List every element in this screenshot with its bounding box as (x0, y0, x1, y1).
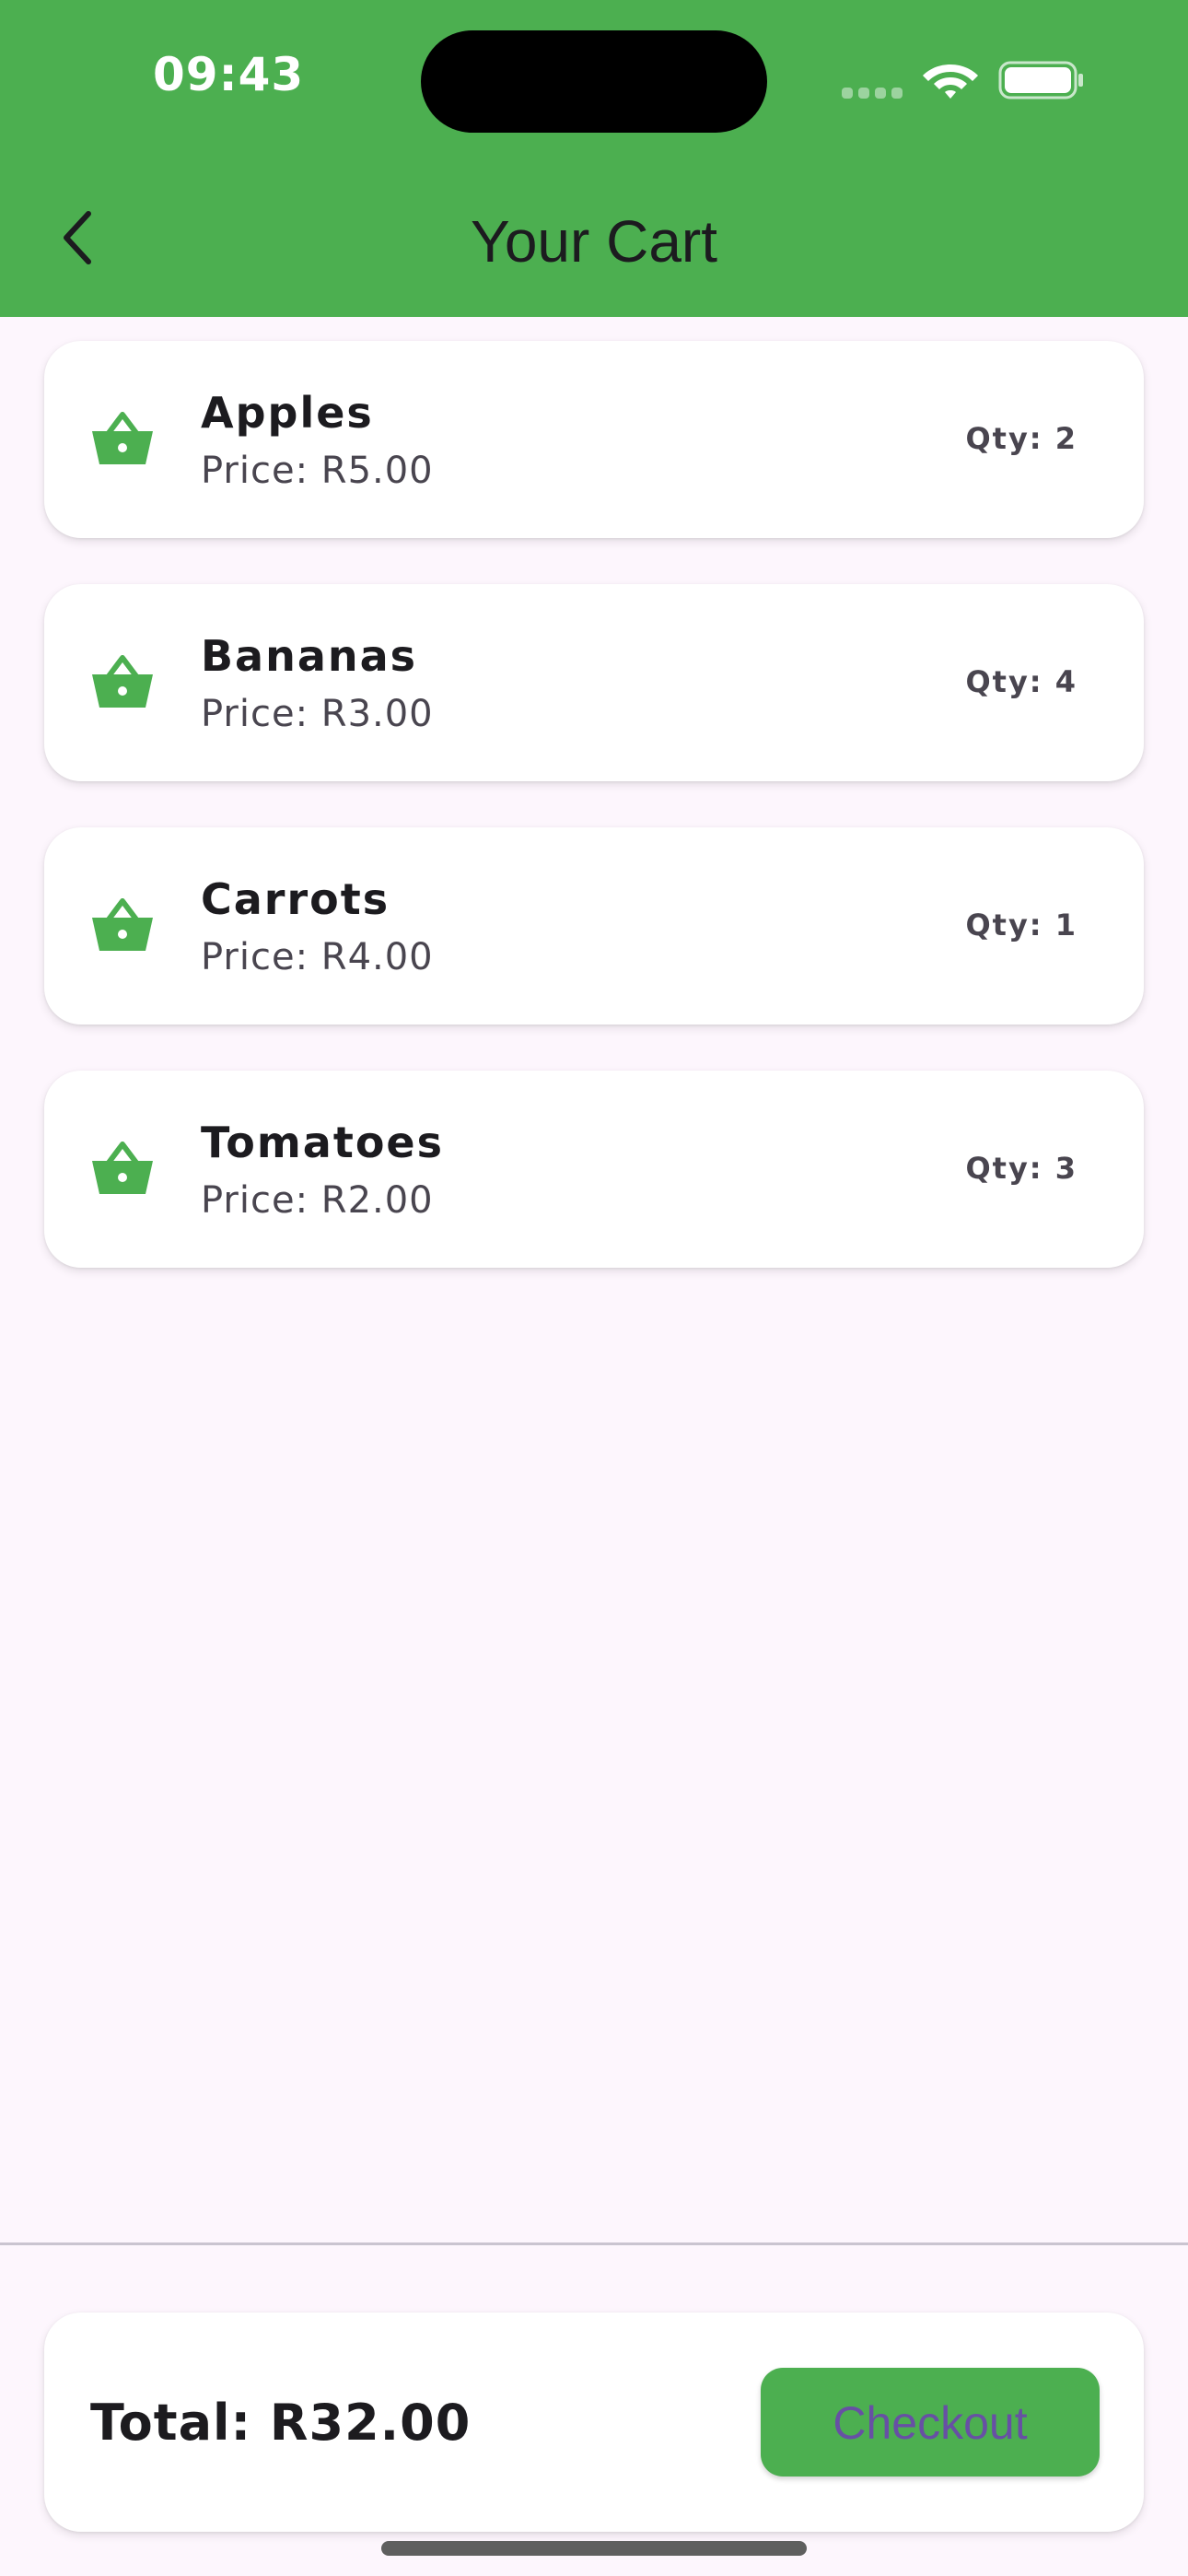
item-name: Tomatoes (201, 1118, 445, 1167)
cart-list: Apples Price: R5.00 Qty: 2 Bananas Price… (44, 341, 1144, 1314)
item-quantity: Qty: 4 (965, 664, 1077, 699)
item-quantity: Qty: 2 (965, 421, 1077, 456)
battery-icon (998, 61, 1083, 100)
page-title: Your Cart (471, 208, 717, 275)
item-name: Apples (201, 388, 374, 438)
cart-total: Total: R32.00 (90, 2394, 472, 2452)
dynamic-island (421, 30, 767, 133)
bottom-divider (0, 2242, 1188, 2245)
cellular-signal-icon (842, 86, 906, 99)
basket-icon (92, 655, 153, 708)
basket-icon (92, 898, 153, 951)
wifi-icon (923, 64, 978, 99)
item-name: Carrots (201, 874, 390, 924)
item-price: Price: R3.00 (201, 693, 434, 735)
item-price: Price: R4.00 (201, 936, 434, 978)
status-time: 09:43 (153, 48, 305, 101)
cart-item[interactable]: Apples Price: R5.00 Qty: 2 (44, 341, 1144, 538)
item-quantity: Qty: 3 (965, 1151, 1077, 1186)
cart-item[interactable]: Tomatoes Price: R2.00 Qty: 3 (44, 1071, 1144, 1268)
app-bar: 09:43 Your Cart (0, 0, 1188, 317)
cart-item[interactable]: Carrots Price: R4.00 Qty: 1 (44, 827, 1144, 1025)
basket-icon (92, 412, 153, 464)
home-indicator[interactable] (381, 2541, 807, 2556)
total-card: Total: R32.00 Checkout (44, 2313, 1144, 2532)
item-price: Price: R2.00 (201, 1179, 434, 1222)
item-price: Price: R5.00 (201, 450, 434, 492)
checkout-button[interactable]: Checkout (761, 2368, 1100, 2476)
item-quantity: Qty: 1 (965, 907, 1077, 943)
basket-icon (92, 1142, 153, 1194)
cart-item[interactable]: Bananas Price: R3.00 Qty: 4 (44, 584, 1144, 781)
item-name: Bananas (201, 631, 418, 681)
